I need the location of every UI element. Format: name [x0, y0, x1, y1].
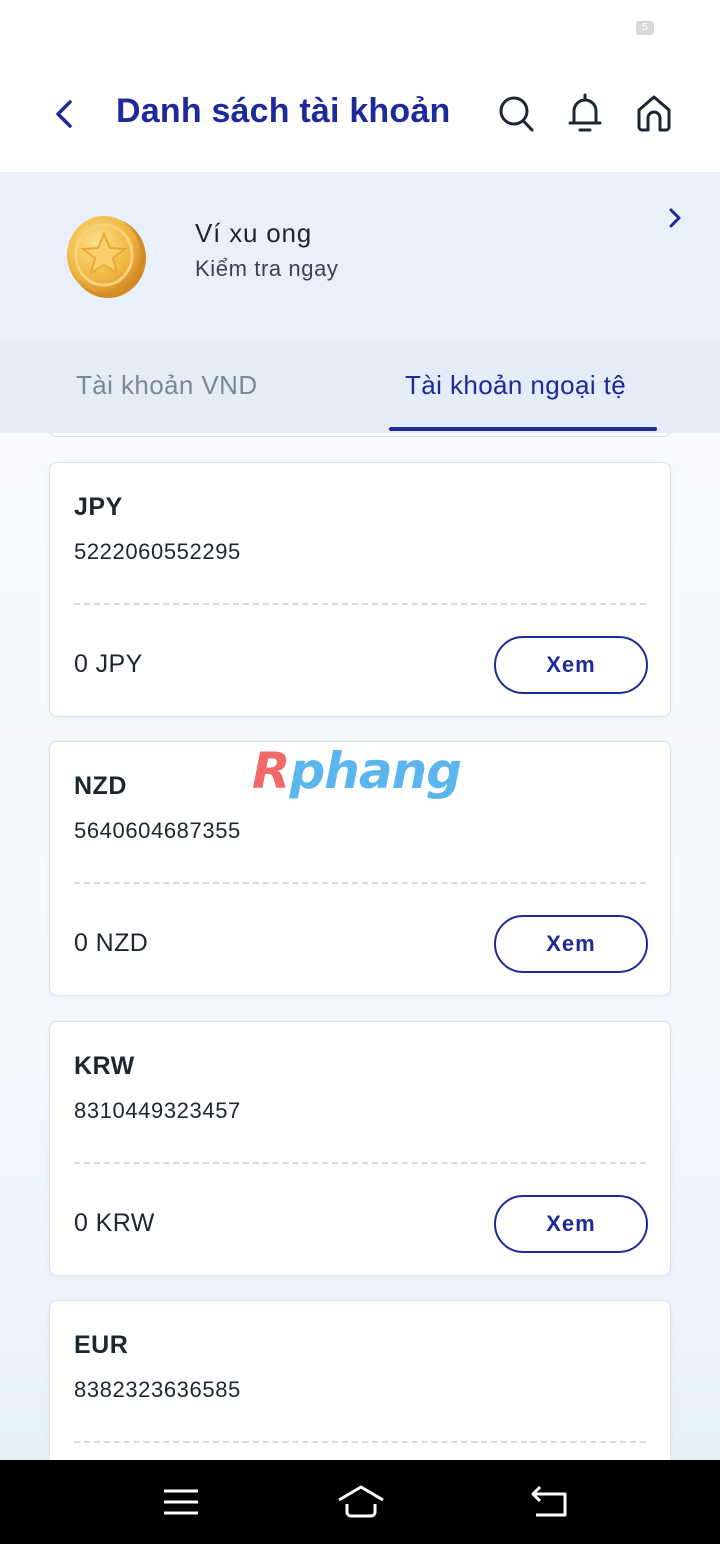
watermark-logo: Rphang — [252, 742, 463, 800]
dashed-divider — [74, 1441, 646, 1443]
dashed-divider — [74, 603, 646, 605]
promo-title: Ví xu ong — [195, 218, 313, 248]
account-balance: 0 KRW — [74, 1209, 155, 1237]
home-icon — [637, 95, 671, 132]
app-header: Danh sách tài khoản — [0, 56, 720, 172]
currency-code: JPY — [74, 493, 123, 521]
account-number: 5222060552295 — [74, 539, 241, 564]
home-button[interactable] — [634, 92, 674, 134]
home-outline-icon — [338, 1485, 384, 1518]
watermark-rest: phang — [289, 742, 463, 800]
search-icon — [499, 96, 534, 132]
status-bar: 5 — [0, 0, 720, 56]
notifications-button[interactable] — [565, 92, 605, 134]
system-nav-bar — [0, 1460, 720, 1544]
recent-apps-button[interactable] — [161, 1482, 201, 1522]
account-list[interactable]: JPY 5222060552295 0 JPY Xem NZD 56406046… — [0, 433, 720, 1460]
system-home-button[interactable] — [336, 1482, 386, 1522]
tab-vnd-accounts[interactable]: Tài khoản VND — [76, 370, 258, 401]
watermark-first-letter: R — [252, 742, 291, 800]
account-number: 5640604687355 — [74, 818, 241, 843]
dashed-divider — [74, 1162, 646, 1164]
back-return-icon — [531, 1485, 567, 1517]
bee-coin-wallet-banner[interactable]: Ví xu ong Kiểm tra ngay — [0, 172, 720, 340]
bell-icon — [568, 93, 602, 132]
page-title: Danh sách tài khoản — [116, 92, 451, 130]
account-number: 8382323636585 — [74, 1377, 241, 1402]
currency-code: EUR — [74, 1331, 129, 1359]
account-card: EUR 8382323636585 — [49, 1300, 671, 1460]
currency-code: KRW — [74, 1052, 135, 1080]
account-balance: 0 JPY — [74, 650, 143, 678]
promo-subtitle: Kiểm tra ngay — [195, 256, 339, 281]
view-button[interactable]: Xem — [494, 636, 648, 694]
gold-coin-star-icon — [67, 216, 146, 298]
back-button[interactable] — [50, 94, 82, 134]
view-button[interactable]: Xem — [494, 1195, 648, 1253]
previous-card-edge — [49, 433, 671, 437]
menu-icon — [164, 1489, 198, 1515]
account-card: KRW 8310449323457 0 KRW Xem — [49, 1021, 671, 1276]
search-button[interactable] — [496, 92, 536, 134]
tab-foreign-currency-accounts[interactable]: Tài khoản ngoại tệ — [405, 370, 626, 401]
dashed-divider — [74, 882, 646, 884]
back-arrow-icon — [56, 100, 72, 128]
currency-code: NZD — [74, 772, 127, 800]
account-balance: 0 NZD — [74, 929, 149, 957]
system-back-button[interactable] — [530, 1482, 570, 1522]
account-number: 8310449323457 — [74, 1098, 241, 1123]
battery-indicator: 5 — [636, 21, 654, 35]
chevron-right-icon — [669, 208, 681, 228]
view-button[interactable]: Xem — [494, 915, 648, 973]
account-card: JPY 5222060552295 0 JPY Xem — [49, 462, 671, 717]
active-tab-indicator — [389, 427, 657, 431]
account-type-tabs: Tài khoản VND Tài khoản ngoại tệ — [0, 340, 720, 433]
